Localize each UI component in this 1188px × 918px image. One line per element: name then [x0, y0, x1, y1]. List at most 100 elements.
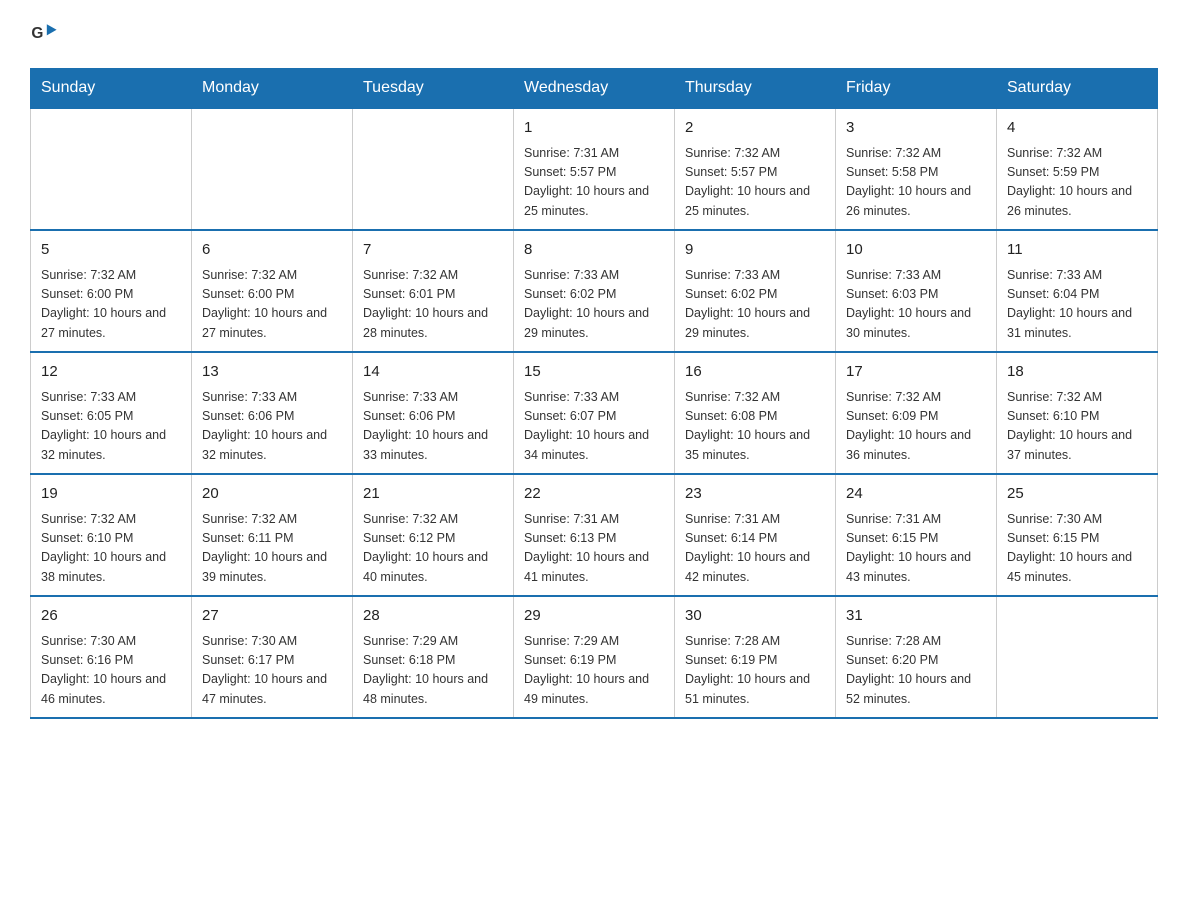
calendar-cell: 25 Sunrise: 7:30 AM Sunset: 6:15 PM Dayli… [997, 474, 1158, 596]
logo-icon: G [30, 20, 58, 48]
day-info: Sunrise: 7:33 AM Sunset: 6:07 PM Dayligh… [524, 388, 664, 466]
day-number: 4 [1007, 117, 1147, 140]
calendar-cell [31, 108, 192, 230]
day-info: Sunrise: 7:32 AM Sunset: 6:08 PM Dayligh… [685, 388, 825, 466]
calendar-cell: 23Sunrise: 7:31 AM Sunset: 6:14 PM Dayli… [675, 474, 836, 596]
day-info: Sunrise: 7:32 AM Sunset: 6:12 PM Dayligh… [363, 510, 503, 588]
day-of-week-header: Thursday [675, 69, 836, 109]
day-info: Sunrise: 7:30 AM Sunset: 6:16 PM Dayligh… [41, 632, 181, 710]
calendar-cell: 30 Sunrise: 7:28 AM Sunset: 6:19 PM Dayli… [675, 596, 836, 718]
day-number: 25 [1007, 483, 1147, 506]
day-number: 18 [1007, 361, 1147, 384]
calendar-cell: 15 Sunrise: 7:33 AM Sunset: 6:07 PM Dayli… [514, 352, 675, 474]
calendar-week-row: 12 Sunrise: 7:33 AM Sunset: 6:05 PM Dayli… [31, 352, 1158, 474]
day-number: 19 [41, 483, 181, 506]
day-info: Sunrise: 7:31 AM Sunset: 6:13 PM Dayligh… [524, 510, 664, 588]
calendar-cell: 17 Sunrise: 7:32 AM Sunset: 6:09 PM Dayli… [836, 352, 997, 474]
calendar-week-row: 26 Sunrise: 7:30 AM Sunset: 6:16 PM Dayli… [31, 596, 1158, 718]
calendar-cell: 27Sunrise: 7:30 AM Sunset: 6:17 PM Dayli… [192, 596, 353, 718]
day-info: Sunrise: 7:32 AM Sunset: 5:58 PM Dayligh… [846, 144, 986, 222]
day-info: Sunrise: 7:32 AM Sunset: 5:59 PM Dayligh… [1007, 144, 1147, 222]
day-number: 28 [363, 605, 503, 628]
day-number: 8 [524, 239, 664, 262]
day-number: 11 [1007, 239, 1147, 262]
day-info: Sunrise: 7:32 AM Sunset: 5:57 PM Dayligh… [685, 144, 825, 222]
day-number: 10 [846, 239, 986, 262]
calendar-cell: 4 Sunrise: 7:32 AM Sunset: 5:59 PM Daylig… [997, 108, 1158, 230]
day-info: Sunrise: 7:32 AM Sunset: 6:00 PM Dayligh… [202, 266, 342, 344]
calendar-cell: 13Sunrise: 7:33 AM Sunset: 6:06 PM Dayli… [192, 352, 353, 474]
day-number: 30 [685, 605, 825, 628]
day-number: 9 [685, 239, 825, 262]
day-info: Sunrise: 7:31 AM Sunset: 6:14 PM Dayligh… [685, 510, 825, 588]
day-number: 14 [363, 361, 503, 384]
day-info: Sunrise: 7:28 AM Sunset: 6:20 PM Dayligh… [846, 632, 986, 710]
calendar-cell: 7Sunrise: 7:32 AM Sunset: 6:01 PM Daylig… [353, 230, 514, 352]
calendar-cell: 19 Sunrise: 7:32 AM Sunset: 6:10 PM Dayli… [31, 474, 192, 596]
day-number: 31 [846, 605, 986, 628]
day-info: Sunrise: 7:33 AM Sunset: 6:02 PM Dayligh… [685, 266, 825, 344]
day-number: 21 [363, 483, 503, 506]
svg-text:G: G [31, 25, 43, 42]
day-info: Sunrise: 7:30 AM Sunset: 6:15 PM Dayligh… [1007, 510, 1147, 588]
calendar-cell: 26 Sunrise: 7:30 AM Sunset: 6:16 PM Dayli… [31, 596, 192, 718]
day-info: Sunrise: 7:29 AM Sunset: 6:19 PM Dayligh… [524, 632, 664, 710]
page-header: G [30, 20, 1158, 48]
calendar-cell: 9 Sunrise: 7:33 AM Sunset: 6:02 PM Daylig… [675, 230, 836, 352]
day-info: Sunrise: 7:31 AM Sunset: 6:15 PM Dayligh… [846, 510, 986, 588]
day-info: Sunrise: 7:32 AM Sunset: 6:10 PM Dayligh… [1007, 388, 1147, 466]
day-of-week-header: Saturday [997, 69, 1158, 109]
day-info: Sunrise: 7:33 AM Sunset: 6:06 PM Dayligh… [363, 388, 503, 466]
day-number: 24 [846, 483, 986, 506]
calendar-cell: 29 Sunrise: 7:29 AM Sunset: 6:19 PM Dayli… [514, 596, 675, 718]
calendar-cell: 2 Sunrise: 7:32 AM Sunset: 5:57 PM Daylig… [675, 108, 836, 230]
day-info: Sunrise: 7:32 AM Sunset: 6:11 PM Dayligh… [202, 510, 342, 588]
calendar-cell [997, 596, 1158, 718]
calendar-cell: 1Sunrise: 7:31 AM Sunset: 5:57 PM Daylig… [514, 108, 675, 230]
day-number: 13 [202, 361, 342, 384]
day-info: Sunrise: 7:32 AM Sunset: 6:01 PM Dayligh… [363, 266, 503, 344]
day-number: 27 [202, 605, 342, 628]
calendar-cell: 12 Sunrise: 7:33 AM Sunset: 6:05 PM Dayli… [31, 352, 192, 474]
day-of-week-header: Sunday [31, 69, 192, 109]
day-number: 1 [524, 117, 664, 140]
calendar-week-row: 19 Sunrise: 7:32 AM Sunset: 6:10 PM Dayli… [31, 474, 1158, 596]
calendar-week-row: 5 Sunrise: 7:32 AM Sunset: 6:00 PM Daylig… [31, 230, 1158, 352]
calendar-table: SundayMondayTuesdayWednesdayThursdayFrid… [30, 68, 1158, 719]
day-number: 3 [846, 117, 986, 140]
day-info: Sunrise: 7:32 AM Sunset: 6:00 PM Dayligh… [41, 266, 181, 344]
day-number: 5 [41, 239, 181, 262]
day-info: Sunrise: 7:33 AM Sunset: 6:05 PM Dayligh… [41, 388, 181, 466]
day-of-week-header: Friday [836, 69, 997, 109]
day-of-week-header: Wednesday [514, 69, 675, 109]
day-number: 22 [524, 483, 664, 506]
calendar-cell: 28 Sunrise: 7:29 AM Sunset: 6:18 PM Dayli… [353, 596, 514, 718]
day-info: Sunrise: 7:28 AM Sunset: 6:19 PM Dayligh… [685, 632, 825, 710]
day-number: 6 [202, 239, 342, 262]
day-of-week-header: Monday [192, 69, 353, 109]
logo: G [30, 20, 62, 48]
calendar-cell: 16 Sunrise: 7:32 AM Sunset: 6:08 PM Dayli… [675, 352, 836, 474]
calendar-cell: 8 Sunrise: 7:33 AM Sunset: 6:02 PM Daylig… [514, 230, 675, 352]
day-info: Sunrise: 7:33 AM Sunset: 6:04 PM Dayligh… [1007, 266, 1147, 344]
day-number: 15 [524, 361, 664, 384]
day-number: 2 [685, 117, 825, 140]
calendar-cell: 24 Sunrise: 7:31 AM Sunset: 6:15 PM Dayli… [836, 474, 997, 596]
day-info: Sunrise: 7:32 AM Sunset: 6:10 PM Dayligh… [41, 510, 181, 588]
day-info: Sunrise: 7:29 AM Sunset: 6:18 PM Dayligh… [363, 632, 503, 710]
calendar-cell [192, 108, 353, 230]
calendar-cell: 11 Sunrise: 7:33 AM Sunset: 6:04 PM Dayli… [997, 230, 1158, 352]
day-info: Sunrise: 7:32 AM Sunset: 6:09 PM Dayligh… [846, 388, 986, 466]
calendar-cell: 5 Sunrise: 7:32 AM Sunset: 6:00 PM Daylig… [31, 230, 192, 352]
calendar-cell: 20Sunrise: 7:32 AM Sunset: 6:11 PM Dayli… [192, 474, 353, 596]
day-info: Sunrise: 7:33 AM Sunset: 6:02 PM Dayligh… [524, 266, 664, 344]
day-number: 26 [41, 605, 181, 628]
day-number: 16 [685, 361, 825, 384]
day-of-week-header: Tuesday [353, 69, 514, 109]
day-number: 29 [524, 605, 664, 628]
calendar-cell [353, 108, 514, 230]
day-number: 12 [41, 361, 181, 384]
calendar-cell: 3 Sunrise: 7:32 AM Sunset: 5:58 PM Daylig… [836, 108, 997, 230]
day-number: 17 [846, 361, 986, 384]
calendar-cell: 18 Sunrise: 7:32 AM Sunset: 6:10 PM Dayli… [997, 352, 1158, 474]
